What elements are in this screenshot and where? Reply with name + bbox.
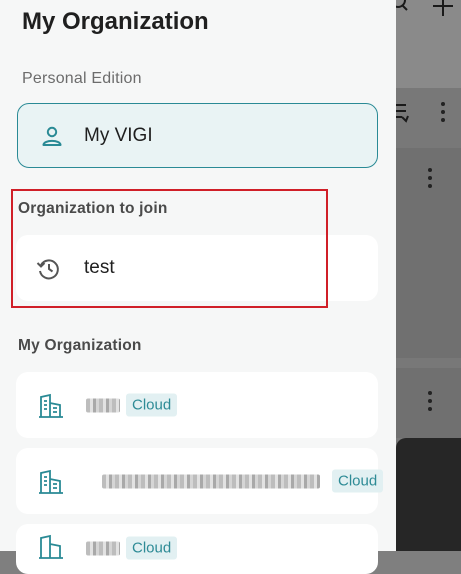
my-organization-label: My Organization bbox=[18, 337, 142, 354]
add-icon bbox=[432, 0, 454, 23]
cloud-badge: Cloud bbox=[126, 393, 178, 417]
my-vigi-label: My VIGI bbox=[84, 124, 153, 146]
building-icon bbox=[38, 469, 63, 494]
cloud-badge: Cloud bbox=[332, 469, 384, 493]
organization-item[interactable]: Cloud bbox=[16, 372, 378, 438]
personal-edition-label: Personal Edition bbox=[22, 70, 142, 87]
building-icon bbox=[38, 534, 63, 559]
organization-drawer: My Organization Personal Edition My VIGI… bbox=[0, 0, 396, 574]
redacted-name bbox=[102, 474, 320, 488]
organization-row: Cloud bbox=[86, 393, 178, 417]
more-icon bbox=[427, 391, 433, 411]
my-vigi-item[interactable]: My VIGI bbox=[17, 103, 378, 168]
more-icon bbox=[440, 102, 446, 122]
organization-row: Cloud bbox=[86, 536, 178, 560]
person-icon bbox=[40, 124, 64, 148]
highlight-box bbox=[11, 189, 328, 308]
redacted-name bbox=[86, 398, 120, 412]
organization-row: Cloud bbox=[102, 469, 384, 493]
cloud-badge: Cloud bbox=[126, 536, 178, 560]
building-icon bbox=[38, 393, 63, 418]
organization-item[interactable]: Cloud bbox=[16, 524, 378, 574]
more-icon bbox=[427, 168, 433, 188]
organization-item[interactable]: Cloud bbox=[16, 448, 384, 514]
search-icon bbox=[390, 0, 410, 17]
redacted-name bbox=[86, 541, 120, 555]
background-panel bbox=[396, 438, 461, 551]
drawer-title: My Organization bbox=[22, 8, 209, 35]
list-view-icon bbox=[396, 102, 410, 129]
